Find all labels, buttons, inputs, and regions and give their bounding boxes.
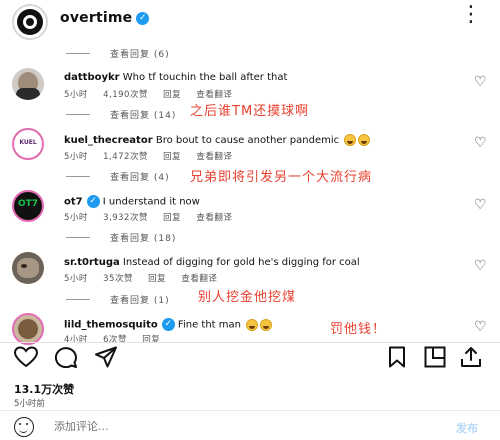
like-heart-icon[interactable]: ♡ bbox=[474, 258, 487, 274]
annotation-translation: 兄弟即将引发另一个大流行病 bbox=[190, 170, 373, 185]
comment-username[interactable]: dattboykr bbox=[64, 72, 120, 83]
like-heart-icon[interactable]: ♡ bbox=[474, 74, 487, 90]
comment-likes[interactable]: 1,472次赞 bbox=[103, 152, 148, 162]
share-icon[interactable] bbox=[94, 346, 118, 372]
comment-username[interactable]: kuel_thecreator bbox=[64, 135, 153, 146]
account-name[interactable]: overtime ✓ bbox=[60, 10, 150, 26]
view-replies-link[interactable]: 查看回复 (6) bbox=[110, 47, 170, 60]
account-avatar[interactable] bbox=[12, 4, 48, 40]
divider bbox=[0, 342, 500, 343]
comment-meta: 5小时 4,190次赞 回复 查看翻译 bbox=[64, 88, 244, 100]
post-likes-count[interactable]: 13.1万次赞 bbox=[14, 381, 74, 397]
comment-text: Who tf touchin the ball after that bbox=[122, 72, 288, 83]
comment-likes[interactable]: 4,190次赞 bbox=[103, 90, 148, 100]
comment-text: I understand it now bbox=[102, 196, 200, 208]
comment-text-row: kuel_thecreator Bro bout to cause anothe… bbox=[64, 134, 371, 146]
reply-button[interactable]: 回复 bbox=[148, 274, 166, 284]
account-username[interactable]: overtime bbox=[60, 10, 132, 26]
avatar[interactable] bbox=[12, 252, 44, 284]
reply-button[interactable]: 回复 bbox=[163, 213, 181, 223]
comment-icon[interactable] bbox=[54, 346, 78, 372]
reply-button[interactable]: 回复 bbox=[163, 152, 181, 162]
avatar[interactable] bbox=[12, 68, 44, 100]
crying-laughing-emoji-icon bbox=[358, 134, 371, 146]
bookmark-icon[interactable] bbox=[388, 346, 406, 372]
translate-button[interactable]: 查看翻译 bbox=[196, 90, 232, 100]
verified-badge-icon: ✓ bbox=[161, 318, 175, 331]
comment-text-row: dattboykr Who tf touchin the ball after … bbox=[64, 72, 287, 83]
verified-badge-icon: ✓ bbox=[86, 195, 100, 208]
comment-meta: 5小时 3,932次赞 回复 查看翻译 bbox=[64, 211, 244, 223]
comment-likes[interactable]: 6次赞 bbox=[103, 335, 127, 345]
comment-likes[interactable]: 35次赞 bbox=[103, 274, 133, 284]
comment-likes[interactable]: 3,932次赞 bbox=[103, 213, 148, 223]
avatar[interactable]: KUEL bbox=[12, 128, 44, 160]
avatar[interactable] bbox=[12, 313, 44, 345]
comment-time: 4小时 bbox=[64, 335, 88, 345]
replies-divider bbox=[66, 299, 90, 300]
replies-divider bbox=[66, 176, 90, 177]
like-heart-icon[interactable]: ♡ bbox=[474, 135, 487, 151]
comment-text: Instead of digging for gold he's digging… bbox=[122, 257, 360, 268]
comment-time: 5小时 bbox=[64, 274, 88, 284]
emoji-smile-icon[interactable] bbox=[14, 417, 34, 437]
verified-badge-icon: ✓ bbox=[136, 11, 150, 25]
replies-divider bbox=[66, 114, 90, 115]
like-heart-icon[interactable]: ♡ bbox=[474, 319, 487, 335]
like-heart-icon[interactable]: ♡ bbox=[474, 197, 487, 213]
avatar[interactable]: OT7 bbox=[12, 190, 44, 222]
reply-button[interactable]: 回复 bbox=[163, 90, 181, 100]
crying-laughing-emoji-icon bbox=[344, 134, 357, 146]
comment-time: 5小时 bbox=[64, 213, 88, 223]
add-comment-input[interactable] bbox=[54, 420, 434, 433]
annotation-translation: 别人挖金他挖煤 bbox=[198, 290, 297, 305]
post-timestamp: 5小时前 bbox=[14, 399, 45, 409]
annotation-translation: 罚他钱！ bbox=[330, 322, 387, 337]
comment-text: Bro bout to cause another pandemic bbox=[155, 135, 340, 146]
comment-text-row: ot7 ✓ I understand it now bbox=[64, 195, 200, 208]
remix-icon[interactable] bbox=[424, 346, 446, 372]
translate-button[interactable]: 查看翻译 bbox=[196, 152, 232, 162]
translate-button[interactable]: 查看翻译 bbox=[196, 213, 232, 223]
replies-divider bbox=[66, 53, 90, 54]
view-replies-link[interactable]: 查看回复 (18) bbox=[110, 231, 176, 244]
view-replies-link[interactable]: 查看回复 (4) bbox=[110, 170, 170, 183]
upload-icon[interactable] bbox=[460, 346, 482, 372]
comment-username[interactable]: ot7 bbox=[64, 197, 83, 208]
like-heart-icon[interactable] bbox=[13, 346, 39, 372]
comment-time: 5小时 bbox=[64, 152, 88, 162]
post-comment-button[interactable]: 发布 bbox=[456, 420, 478, 436]
crying-laughing-emoji-icon bbox=[246, 318, 259, 331]
comment-username[interactable]: lild_themosquito bbox=[64, 320, 158, 331]
comment-username[interactable]: sr.t0rtuga bbox=[64, 257, 120, 268]
crying-laughing-emoji-icon bbox=[260, 318, 273, 331]
avatar-text: OT7 bbox=[17, 199, 39, 209]
comment-time: 5小时 bbox=[64, 90, 88, 100]
replies-divider bbox=[66, 237, 90, 238]
avatar-text: KUEL bbox=[19, 139, 37, 146]
comment-text: Fine tht man bbox=[177, 319, 241, 331]
comment-text-row: lild_themosquito ✓ Fine tht man bbox=[64, 318, 273, 331]
comment-text-row: sr.t0rtuga Instead of digging for gold h… bbox=[64, 257, 360, 268]
comment-meta: 5小时 35次赞 回复 查看翻译 bbox=[64, 272, 229, 284]
comment-meta: 4小时 6次赞 回复 bbox=[64, 333, 172, 345]
annotation-translation: 之后谁TM还摸球啊 bbox=[190, 104, 310, 119]
divider bbox=[0, 410, 500, 411]
view-replies-link[interactable]: 查看回复 (14) bbox=[110, 108, 176, 121]
more-options-icon[interactable]: ⋮ bbox=[460, 2, 483, 27]
reply-button[interactable]: 回复 bbox=[142, 335, 160, 345]
comment-meta: 5小时 1,472次赞 回复 查看翻译 bbox=[64, 150, 244, 162]
translate-button[interactable]: 查看翻译 bbox=[181, 274, 217, 284]
view-replies-link[interactable]: 查看回复 (1) bbox=[110, 293, 170, 306]
